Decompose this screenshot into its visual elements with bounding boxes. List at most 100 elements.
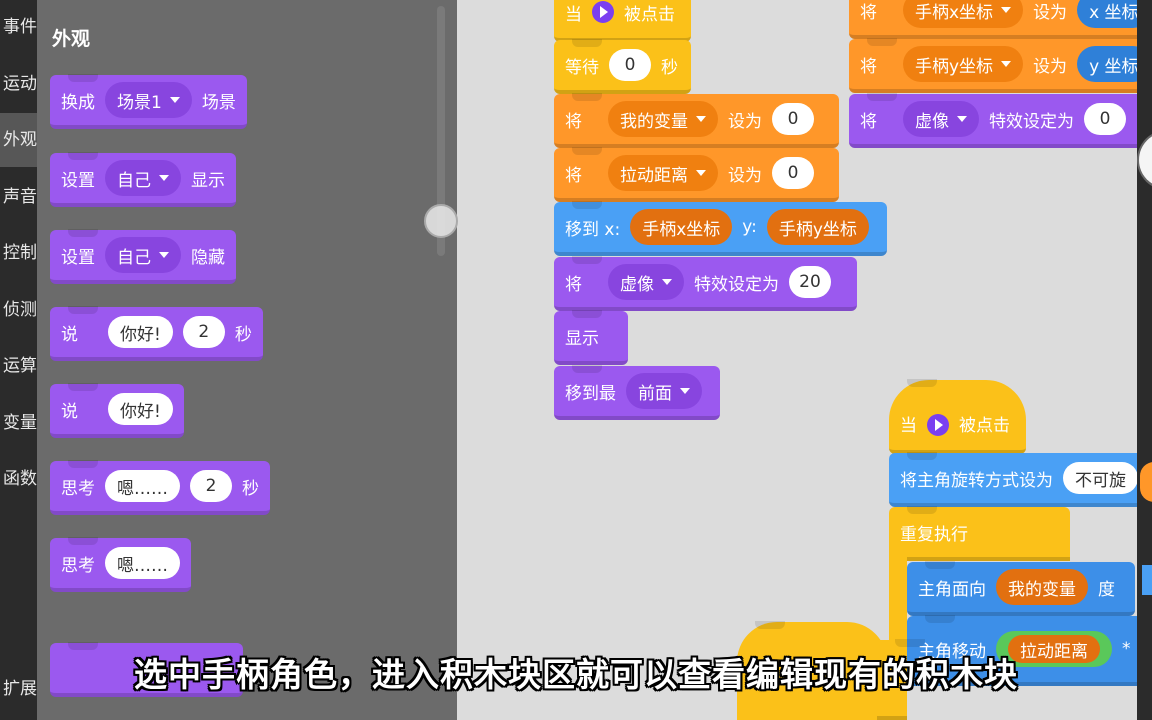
block-keyword: 将: [565, 165, 582, 186]
set-variable-block[interactable]: 将 我的变量 设为 0: [554, 93, 839, 148]
message-input[interactable]: 嗯……: [105, 470, 180, 502]
chevron-down-icon: [680, 388, 690, 394]
block-keyword: 秒: [661, 57, 678, 78]
category-variables[interactable]: 变量: [0, 396, 37, 450]
when-flag-clicked-hat[interactable]: 当 被点击: [889, 379, 1026, 454]
goto-xy-block[interactable]: 移到 x: 手柄x坐标 y: 手柄y坐标: [554, 201, 887, 256]
script-canvas[interactable]: 当 被点击 等待 0 秒 将 我的变量 设为 0 将 拉动距离 设为 0 移到 …: [457, 0, 1152, 720]
chevron-down-icon: [696, 116, 706, 122]
block-keyword: 秒: [242, 478, 259, 499]
chevron-down-icon: [169, 97, 180, 103]
x-reporter[interactable]: 手柄x坐标: [630, 209, 733, 245]
chevron-down-icon: [696, 170, 706, 176]
block-keyword: 特效设定为: [989, 111, 1074, 132]
target-dropdown[interactable]: 自己: [105, 160, 181, 196]
chevron-down-icon: [159, 175, 169, 181]
dropdown-value: 自己: [117, 170, 151, 191]
y-reporter[interactable]: 手柄y坐标: [766, 209, 869, 245]
category-sensing[interactable]: 侦测: [0, 283, 37, 337]
effect-value-input[interactable]: 0: [1084, 103, 1126, 135]
chevron-down-icon: [957, 116, 967, 122]
variable-dropdown[interactable]: 手柄x坐标: [903, 0, 1024, 28]
effect-dropdown[interactable]: 虚像: [903, 101, 979, 137]
chevron-down-icon: [1001, 7, 1012, 13]
block-keyword: 设置: [61, 170, 95, 191]
green-flag-icon: [927, 414, 949, 436]
block-keyword: 当: [900, 416, 917, 436]
block-keyword: 被点击: [624, 4, 675, 25]
think-block[interactable]: 思考 嗯……: [50, 537, 191, 592]
category-label: 外观: [3, 130, 37, 150]
show-block[interactable]: 设置 自己 显示: [50, 152, 236, 207]
category-label: 控制: [3, 243, 37, 263]
message-input[interactable]: 你好!: [108, 316, 173, 348]
set-effect-block[interactable]: 将 虚像 特效设定为 0: [849, 93, 1149, 148]
category-motion[interactable]: 运动: [0, 57, 37, 111]
wait-block[interactable]: 等待 0 秒: [554, 39, 691, 94]
block-keyword: 设置: [61, 247, 95, 268]
think-for-secs-block[interactable]: 思考 嗯…… 2 秒: [50, 460, 270, 515]
set-handle-x-block[interactable]: 将 手柄x坐标 设为 x 坐标: [849, 0, 1151, 39]
dropdown-value: 自己: [117, 247, 151, 268]
dropdown-value: 我的变量: [620, 111, 688, 132]
value-input[interactable]: 0: [772, 103, 814, 135]
palette-title: 外观: [52, 28, 91, 50]
category-control[interactable]: 控制: [0, 226, 37, 280]
dropdown-value: 虚像: [620, 274, 654, 295]
category-label: 声音: [3, 187, 37, 207]
message-input[interactable]: 你好!: [108, 393, 173, 425]
dropdown-value: 手柄x坐标: [915, 2, 994, 23]
block-palette: 外观 换成 场景1 场景 设置 自己 显示 设置 自己 隐藏 说 你好! 2 秒…: [37, 0, 457, 720]
message-input[interactable]: 嗯……: [105, 547, 180, 579]
seconds-input[interactable]: 2: [182, 316, 225, 348]
set-rotation-style-block[interactable]: 将主角旋转方式设为 不可旋: [889, 452, 1149, 507]
green-flag-icon: [592, 1, 614, 23]
target-dropdown[interactable]: 自己: [105, 237, 181, 273]
set-handle-y-block[interactable]: 将 手柄y坐标 设为 y 坐标: [849, 38, 1151, 93]
block-keyword: 思考: [61, 478, 95, 499]
dropdown-value: 手柄y坐标: [915, 56, 994, 77]
block-keyword: 将: [565, 111, 582, 132]
scene-dropdown[interactable]: 场景1: [105, 82, 192, 118]
block-keyword: 移到最: [565, 383, 616, 404]
when-flag-clicked-hat[interactable]: 当 被点击: [554, 0, 691, 42]
category-events[interactable]: 事件: [0, 0, 37, 54]
category-label: 函数: [3, 469, 37, 489]
show-block[interactable]: 显示: [554, 310, 628, 365]
variable-reporter[interactable]: 我的变量: [996, 569, 1088, 605]
category-sound[interactable]: 声音: [0, 170, 37, 224]
rotation-style-dropdown[interactable]: 不可旋: [1063, 462, 1138, 494]
block-keyword: 当: [565, 4, 582, 25]
category-label: 运算: [3, 356, 37, 376]
effect-value-input[interactable]: 20: [789, 266, 831, 298]
variable-dropdown[interactable]: 手柄y坐标: [903, 46, 1024, 82]
value-input[interactable]: 0: [772, 157, 814, 189]
category-looks[interactable]: 外观: [0, 113, 37, 167]
seconds-input[interactable]: 2: [190, 470, 232, 502]
category-label: 事件: [3, 17, 37, 37]
block-keyword: 显示: [565, 328, 599, 349]
category-functions[interactable]: 函数: [0, 452, 37, 506]
wait-seconds-input[interactable]: 0: [609, 49, 651, 81]
say-for-secs-block[interactable]: 说 你好! 2 秒: [50, 306, 263, 361]
variable-dropdown[interactable]: 我的变量: [608, 101, 718, 137]
set-effect-block[interactable]: 将 虚像 特效设定为 20: [554, 256, 857, 311]
block-keyword: 说: [61, 324, 78, 345]
effect-dropdown[interactable]: 虚像: [608, 264, 684, 300]
block-keyword: 场景: [201, 92, 236, 113]
variable-dropdown[interactable]: 拉动距离: [608, 155, 718, 191]
dropdown-value: 虚像: [915, 111, 949, 132]
hide-block[interactable]: 设置 自己 隐藏: [50, 229, 236, 284]
set-drag-distance-block[interactable]: 将 拉动距离 设为 0: [554, 147, 839, 202]
switch-scene-block[interactable]: 换成 场景1 场景: [50, 74, 247, 129]
category-label: 变量: [3, 413, 37, 433]
forever-block[interactable]: 重复执行: [889, 506, 1070, 561]
block-keyword: 将: [860, 2, 877, 23]
layer-dropdown[interactable]: 前面: [626, 373, 702, 409]
category-operators[interactable]: 运算: [0, 339, 37, 393]
say-block[interactable]: 说 你好!: [50, 383, 184, 438]
category-sidebar: 事件 运动 外观 声音 控制 侦测 运算 变量 函数 扩展: [0, 0, 37, 720]
go-to-front-block[interactable]: 移到最 前面: [554, 365, 720, 420]
block-keyword: 特效设定为: [694, 274, 779, 295]
point-in-direction-block[interactable]: 主角面向 我的变量 度: [907, 561, 1135, 616]
